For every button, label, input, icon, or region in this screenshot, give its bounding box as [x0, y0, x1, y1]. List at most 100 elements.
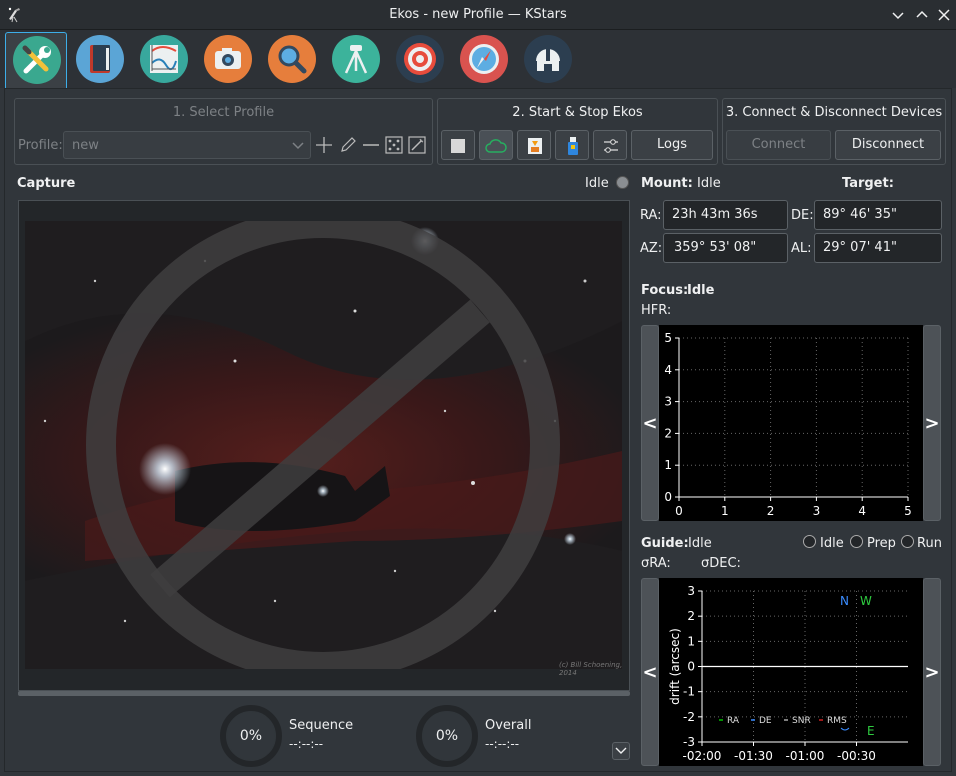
focus-y-tick-label: 4 — [664, 363, 672, 377]
guide-next-button[interactable]: > — [923, 578, 941, 766]
indi-control-button[interactable] — [479, 130, 513, 160]
driver-manager-button[interactable] — [555, 130, 589, 160]
sigma-dec-label: σDEC: — [701, 556, 741, 571]
compass-north-label: N — [840, 594, 849, 608]
ra-label: RA: — [640, 208, 662, 223]
connect-button[interactable]: Connect — [726, 130, 831, 160]
legend-snr-label: SNR — [792, 716, 811, 726]
add-profile-button[interactable] — [314, 135, 334, 155]
close-icon[interactable] — [934, 5, 954, 25]
minimize-icon[interactable] — [888, 5, 908, 25]
disconnect-button[interactable]: Disconnect — [835, 130, 941, 160]
sliders-icon — [604, 139, 618, 153]
guide-y-tick-label: 2 — [687, 609, 695, 623]
guide-x-tick-label: -01:30 — [734, 749, 773, 763]
window-title: Ekos - new Profile — KStars — [389, 7, 567, 22]
tab-setup[interactable] — [5, 32, 67, 88]
guide-drift-chart: -02:00 -01:30 -01:00 -00:30 3 2 1 0 -1 -2 -3 drift … — [659, 578, 923, 766]
guide-x-tick-label: -01:00 — [786, 749, 825, 763]
de-field: 89° 46' 35" — [814, 200, 942, 230]
usb-device-icon — [568, 137, 578, 155]
compass-icon — [460, 35, 508, 83]
sigma-ra-label: σRA: — [641, 556, 671, 571]
focus-y-tick-label: 5 — [664, 331, 672, 345]
profile-wizard-button[interactable] — [407, 135, 427, 155]
focus-label: Focus: — [641, 283, 689, 298]
focus-chart-background — [659, 325, 923, 521]
al-field: 29° 07' 41" — [814, 233, 942, 263]
guide-radio-prep[interactable] — [850, 535, 863, 548]
focus-y-tick-label: 1 — [664, 458, 672, 472]
az-field: 359° 53' 08" — [663, 233, 788, 263]
tripod-icon — [332, 35, 380, 83]
profile-label: Profile: — [18, 138, 63, 153]
capture-status: Idle — [585, 176, 609, 191]
guide-y-tick-label: -2 — [683, 710, 695, 724]
title-bar: Ekos - new Profile — KStars — [0, 0, 956, 30]
legend-rms-label: RMS — [827, 716, 847, 726]
focus-x-tick-label: 5 — [904, 504, 912, 518]
guide-radio-prep-label: Prep — [867, 536, 896, 551]
guide-chart-background — [659, 578, 923, 766]
book-icon — [76, 35, 124, 83]
overall-time: --:--:-- — [485, 737, 520, 751]
minus-icon — [363, 144, 379, 146]
logs-button[interactable]: Logs — [631, 130, 713, 160]
guide-y-tick-label: 3 — [687, 584, 695, 598]
stop-ekos-button[interactable] — [441, 130, 475, 160]
device-settings-button[interactable] — [593, 130, 627, 160]
profile-select-value: new — [72, 138, 99, 153]
focus-y-tick-label: 2 — [664, 426, 672, 440]
guide-radio-idle[interactable] — [803, 535, 816, 548]
guide-radio-run[interactable] — [901, 535, 914, 548]
ra-field: 23h 43m 36s — [663, 200, 788, 230]
tab-observatory[interactable] — [517, 32, 579, 88]
capture-preview-frame: (c) Bill Schoening, 2014 — [18, 200, 630, 691]
overall-percent: 0% — [435, 728, 459, 744]
focus-x-tick-label: 0 — [675, 504, 683, 518]
focus-x-tick-label: 2 — [767, 504, 775, 518]
edit-profile-button[interactable] — [338, 135, 358, 155]
guide-radio-run-label: Run — [917, 536, 942, 551]
tab-analyze[interactable] — [133, 32, 195, 88]
guide-radio-idle-label: Idle — [820, 536, 844, 551]
focus-next-button[interactable]: > — [923, 325, 941, 521]
focus-prev-button[interactable]: < — [641, 325, 659, 521]
capture-scrollbar[interactable] — [18, 691, 630, 696]
fits-viewer-button[interactable] — [517, 130, 551, 160]
tab-align[interactable] — [389, 32, 451, 88]
stop-icon — [451, 139, 465, 153]
guide-y-tick-label: 1 — [687, 634, 695, 648]
tab-focus[interactable] — [261, 32, 323, 88]
maximize-icon[interactable] — [912, 5, 932, 25]
guide-x-tick-label: -02:00 — [683, 749, 722, 763]
image-watermark: (c) Bill Schoening, 2014 — [559, 661, 623, 677]
tab-capture[interactable] — [197, 32, 259, 88]
guide-y-tick-label: 0 — [687, 660, 695, 674]
sequence-label: Sequence — [289, 718, 354, 733]
tab-scheduler[interactable] — [69, 32, 131, 88]
profile-select[interactable]: new — [63, 131, 311, 159]
guide-label: Guide: — [641, 536, 689, 551]
legend-ra-label: RA — [727, 716, 740, 726]
chart-icon — [140, 35, 188, 83]
sequence-time: --:--:-- — [289, 737, 324, 751]
magnifier-icon — [268, 35, 316, 83]
chevron-down-icon — [615, 747, 627, 754]
guide-y-axis-label: drift (arcsec) — [668, 628, 682, 705]
expand-button[interactable] — [612, 742, 630, 760]
document-icon — [528, 138, 542, 154]
guide-prev-button[interactable]: < — [641, 578, 659, 766]
remove-profile-button[interactable] — [361, 135, 381, 155]
focus-x-tick-label: 1 — [721, 504, 729, 518]
tab-mount[interactable] — [325, 32, 387, 88]
capture-preview-image — [25, 221, 622, 669]
guide-y-tick-label: -3 — [683, 735, 695, 749]
tab-guide[interactable] — [453, 32, 515, 88]
start-stop-group-title: 2. Start & Stop Ekos — [512, 105, 643, 120]
wizard-profile-button[interactable] — [384, 135, 404, 155]
connect-group-title: 3. Connect & Disconnect Devices — [725, 105, 943, 120]
hfr-label: HFR: — [641, 303, 672, 318]
legend-de-label: DE — [759, 716, 772, 726]
capture-title: Capture — [17, 176, 76, 191]
